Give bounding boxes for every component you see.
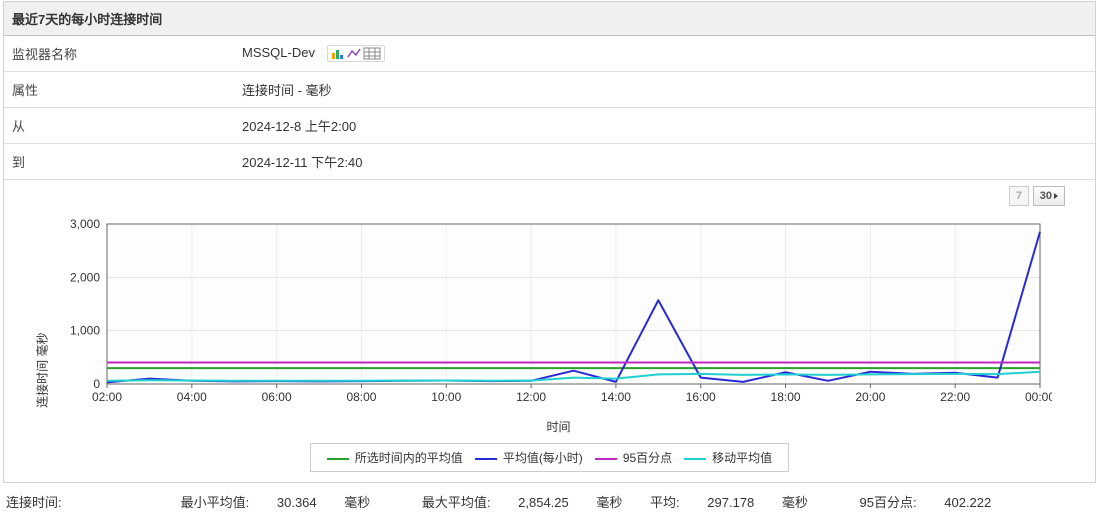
svg-text:2,000: 2,000 (70, 270, 100, 284)
svg-text:10:00: 10:00 (431, 390, 461, 404)
summary-p95: 95百分点: 402.222 (860, 492, 1016, 511)
range-buttons: 7 30 (4, 180, 1095, 208)
row-attribute: 属性 连接时间 - 毫秒 (4, 72, 1095, 108)
panel-title: 最近7天的每小时连接时间 (4, 2, 1095, 36)
legend-swatch (327, 458, 349, 460)
svg-text:16:00: 16:00 (686, 390, 716, 404)
legend-wrap: 所选时间内的平均值 平均值(每小时) 95百分点 移动平均值 (4, 439, 1095, 482)
chart-icons-svg (331, 47, 381, 60)
line-chart[interactable]: 0 1,000 2,000 3,000 02:00 04:00 06:00 08:00 10:0… (52, 216, 1052, 409)
to-value: 2024-12-11 下午2:40 (234, 144, 1095, 180)
monitor-label: 监视器名称 (4, 36, 234, 72)
legend-item[interactable]: 移动平均值 (684, 449, 772, 466)
svg-text:04:00: 04:00 (177, 390, 207, 404)
monitor-value-cell: MSSQL-Dev (234, 36, 1095, 72)
info-table: 监视器名称 MSSQL-Dev 属性 连接时间 - 毫秒 从 (4, 36, 1095, 180)
attr-value: 连接时间 - 毫秒 (234, 72, 1095, 108)
legend-item[interactable]: 平均值(每小时) (475, 449, 583, 466)
legend-swatch (595, 458, 617, 460)
from-value: 2024-12-8 上午2:00 (234, 108, 1095, 144)
legend-label: 移动平均值 (712, 451, 772, 465)
row-monitor: 监视器名称 MSSQL-Dev (4, 36, 1095, 72)
legend-item[interactable]: 95百分点 (595, 449, 672, 466)
svg-text:0: 0 (93, 377, 100, 391)
range-30-button[interactable]: 30 (1033, 186, 1065, 206)
svg-text:18:00: 18:00 (771, 390, 801, 404)
from-label: 从 (4, 108, 234, 144)
summary-row: 连接时间: 最小平均值: 30.364 毫秒 最大平均值: 2,854.25 毫… (0, 484, 1099, 519)
chart-type-icons[interactable] (327, 45, 385, 62)
range-7-button[interactable]: 7 (1009, 186, 1029, 206)
summary-min: 最小平均值: 30.364 毫秒 (181, 492, 395, 511)
svg-text:1,000: 1,000 (70, 324, 100, 338)
legend-label: 平均值(每小时) (503, 451, 583, 465)
row-from: 从 2024-12-8 上午2:00 (4, 108, 1095, 144)
to-label: 到 (4, 144, 234, 180)
svg-text:02:00: 02:00 (92, 390, 122, 404)
legend-box: 所选时间内的平均值 平均值(每小时) 95百分点 移动平均值 (310, 443, 789, 472)
svg-text:20:00: 20:00 (855, 390, 885, 404)
legend-label: 所选时间内的平均值 (355, 451, 463, 465)
legend-item[interactable]: 所选时间内的平均值 (327, 449, 463, 466)
legend-swatch (475, 458, 497, 460)
svg-text:12:00: 12:00 (516, 390, 546, 404)
legend-label: 95百分点 (623, 451, 672, 465)
report-panel: 最近7天的每小时连接时间 监视器名称 MSSQL-Dev 属性 连接时间 (3, 1, 1096, 483)
summary-max: 最大平均值: 2,854.25 毫秒 平均: 297.178 毫秒 (422, 492, 832, 511)
x-axis-title: 时间 (52, 412, 1065, 439)
chart-wrap: 连接时间 毫秒 01,0002,0003,00002:0004:0006:000… (4, 208, 1095, 439)
svg-text:22:00: 22:00 (940, 390, 970, 404)
y-axis-title: 连接时间 毫秒 (34, 332, 51, 407)
legend-swatch (684, 458, 706, 460)
svg-text:08:00: 08:00 (346, 390, 376, 404)
attr-label: 属性 (4, 72, 234, 108)
monitor-value: MSSQL-Dev (242, 45, 315, 60)
row-to: 到 2024-12-11 下午2:40 (4, 144, 1095, 180)
svg-text:14:00: 14:00 (601, 390, 631, 404)
svg-text:3,000: 3,000 (70, 217, 100, 231)
summary-name: 连接时间: (3, 492, 153, 511)
svg-text:00:00: 00:00 (1025, 390, 1052, 404)
svg-text:06:00: 06:00 (262, 390, 292, 404)
